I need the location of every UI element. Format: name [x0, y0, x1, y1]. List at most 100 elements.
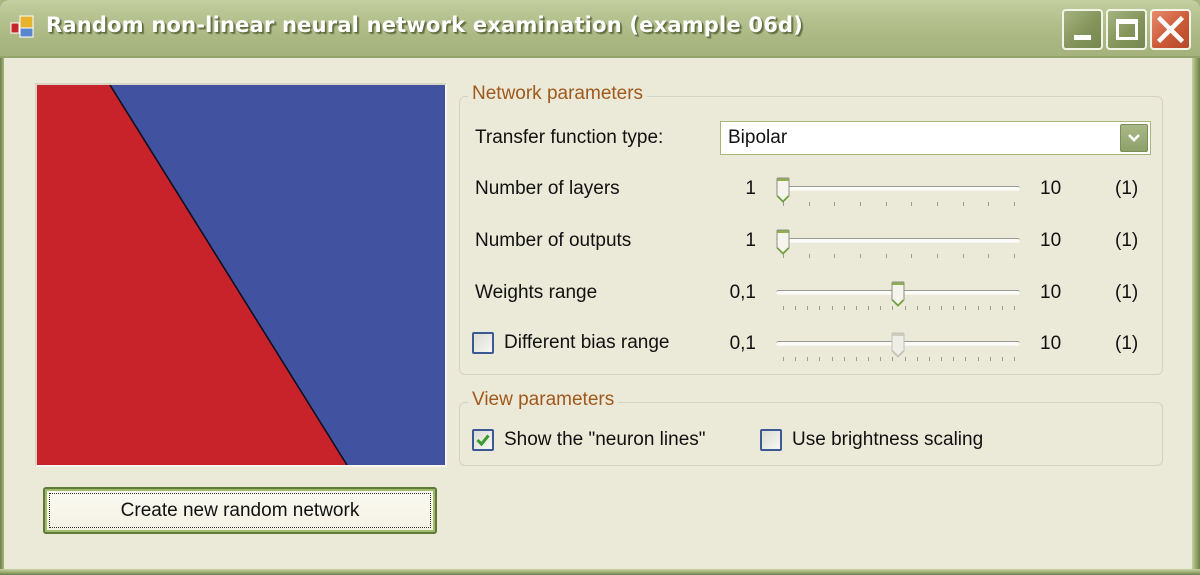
slider-tick [831, 357, 833, 361]
slider-tick [916, 306, 918, 310]
weights-value-label: (1) [1115, 282, 1139, 303]
slider-tick [962, 254, 964, 258]
slider-ticks [783, 254, 1015, 258]
layers-slider[interactable] [776, 177, 1020, 213]
slider-tick [936, 254, 938, 258]
slider-tick [953, 357, 955, 361]
maximize-icon [1116, 19, 1138, 40]
bias-max-label: 10 [1040, 333, 1062, 354]
layers-min-label: 1 [745, 178, 756, 199]
slider-tick [965, 357, 967, 361]
weights-min-label: 0,1 [729, 282, 756, 303]
slider-tick [808, 254, 810, 258]
window-title: Random non-linear neural network examina… [46, 13, 804, 37]
slider-tick [1014, 357, 1015, 361]
weights-range-label: Weights range [475, 282, 598, 303]
weights-max-label: 10 [1040, 282, 1062, 303]
slider-tick [928, 306, 930, 310]
slider-tick [807, 357, 809, 361]
slider-tick [783, 357, 784, 361]
slider-thumb[interactable] [891, 332, 905, 359]
weights-range-slider[interactable] [776, 281, 1020, 317]
bias-min-label: 0,1 [729, 333, 756, 354]
app-window: Random non-linear neural network examina… [0, 0, 1200, 575]
network-parameters-legend: Network parameters [468, 83, 648, 105]
transfer-function-select[interactable]: Bipolar [720, 121, 1151, 155]
slider-tick [911, 254, 913, 258]
slider-tick [880, 357, 882, 361]
slider-tick [941, 357, 943, 361]
slider-tick [783, 306, 784, 310]
slider-thumb[interactable] [776, 229, 790, 256]
slider-tick [808, 202, 810, 206]
network-output-view [35, 83, 447, 467]
dropdown-button[interactable] [1120, 124, 1148, 152]
transfer-function-label: Transfer function type: [475, 127, 664, 148]
different-bias-checkbox[interactable] [472, 332, 494, 354]
slider-thumb[interactable] [776, 177, 790, 204]
slider-track[interactable] [776, 186, 1020, 191]
app-icon [10, 15, 34, 38]
slider-tick [977, 306, 979, 310]
outputs-label: Number of outputs [475, 230, 632, 251]
layers-value-label: (1) [1115, 178, 1139, 199]
output-canvas [37, 85, 445, 465]
slider-tick [928, 357, 930, 361]
slider-tick [936, 202, 938, 206]
slider-tick [988, 202, 990, 206]
focus-rectangle [49, 493, 431, 528]
slider-tick [941, 306, 943, 310]
slider-tick [1014, 202, 1015, 206]
slider-tick [988, 254, 990, 258]
outputs-max-label: 10 [1040, 230, 1062, 251]
slider-tick [885, 254, 887, 258]
slider-tick [880, 306, 882, 310]
title-bar[interactable]: Random non-linear neural network examina… [0, 0, 1200, 58]
chevron-down-icon [1128, 134, 1140, 142]
bias-value-label: (1) [1115, 333, 1139, 354]
slider-ticks [783, 202, 1015, 206]
slider-tick [1014, 254, 1015, 258]
outputs-slider[interactable] [776, 229, 1020, 265]
minimize-icon [1074, 35, 1091, 40]
slider-tick [843, 306, 845, 310]
slider-tick [834, 202, 836, 206]
slider-track[interactable] [776, 238, 1020, 243]
transfer-function-value: Bipolar [728, 127, 788, 148]
slider-tick [1001, 306, 1003, 310]
slider-tick [916, 357, 918, 361]
view-parameters-legend: View parameters [468, 389, 619, 411]
slider-tick [989, 357, 991, 361]
layers-max-label: 10 [1040, 178, 1062, 199]
bias-range-slider[interactable] [776, 332, 1020, 368]
slider-tick [795, 306, 797, 310]
slider-tick [831, 306, 833, 310]
create-network-button[interactable]: Create new random network [43, 487, 437, 534]
brightness-scaling-checkbox[interactable] [760, 429, 782, 451]
slider-tick [885, 202, 887, 206]
slider-tick [953, 306, 955, 310]
slider-tick [962, 202, 964, 206]
window-frame-left [0, 58, 4, 575]
different-bias-label: Different bias range [504, 332, 670, 353]
slider-tick [855, 357, 857, 361]
outputs-value-label: (1) [1115, 230, 1139, 251]
window-frame-bottom [0, 569, 1200, 575]
slider-thumb[interactable] [891, 281, 905, 308]
minimize-button[interactable] [1062, 9, 1103, 50]
layers-label: Number of layers [475, 178, 620, 199]
show-neuron-lines-label: Show the "neuron lines" [504, 429, 706, 450]
close-button[interactable] [1150, 9, 1191, 50]
slider-tick [911, 202, 913, 206]
slider-tick [834, 254, 836, 258]
window-frame-right [1192, 58, 1200, 575]
slider-tick [859, 254, 861, 258]
brightness-scaling-label: Use brightness scaling [792, 429, 984, 450]
checkmark-icon [476, 434, 490, 447]
slider-tick [1001, 357, 1003, 361]
maximize-button[interactable] [1106, 9, 1147, 50]
slider-tick [859, 202, 861, 206]
slider-tick [819, 357, 821, 361]
show-neuron-lines-checkbox[interactable] [472, 429, 494, 451]
slider-tick [795, 357, 797, 361]
